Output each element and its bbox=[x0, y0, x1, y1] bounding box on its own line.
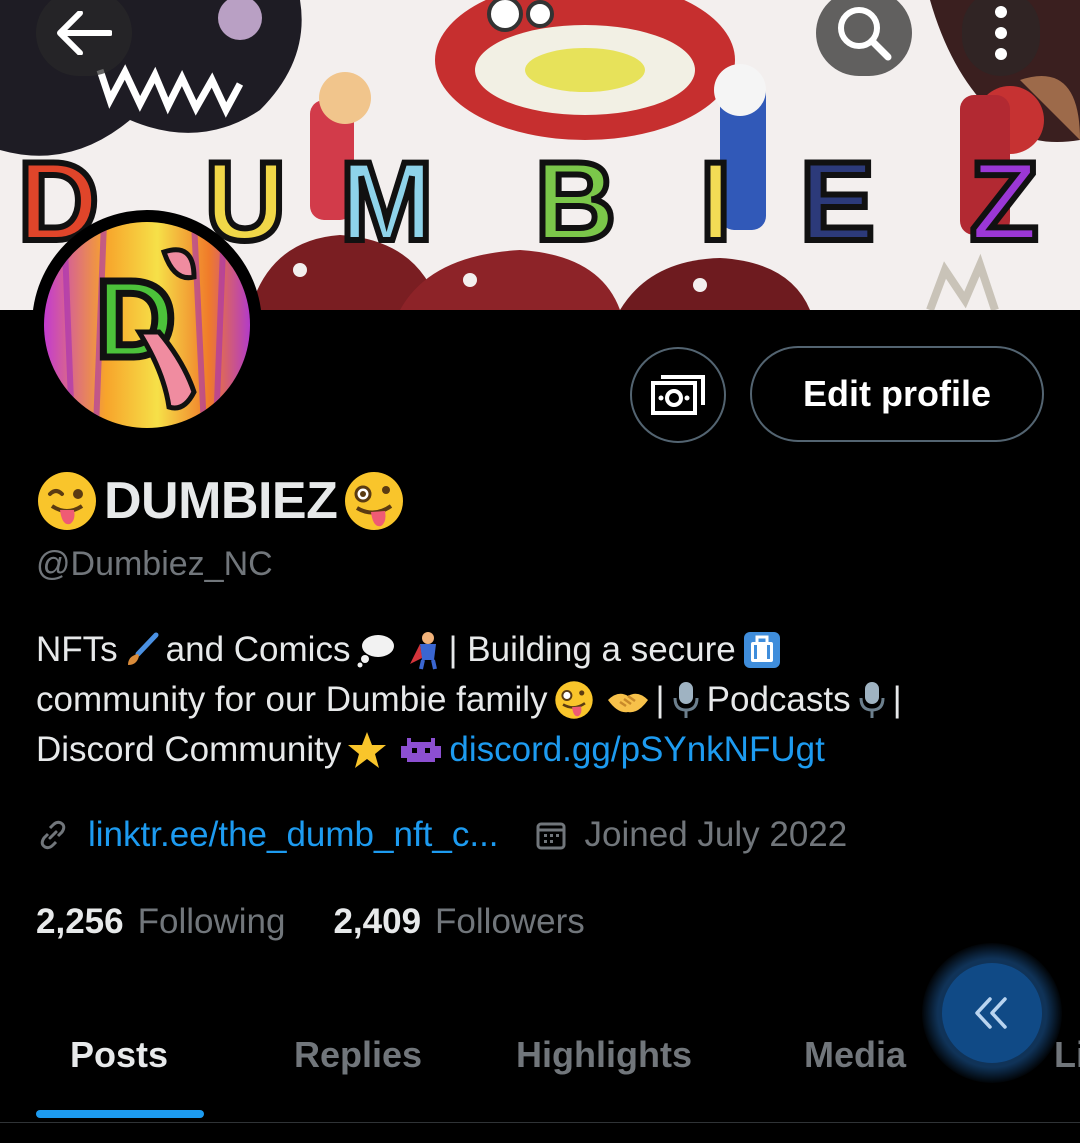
search-button[interactable] bbox=[816, 0, 912, 76]
svg-text:B: B bbox=[535, 139, 616, 264]
tip-button[interactable] bbox=[630, 347, 726, 443]
thought-balloon-emoji-icon bbox=[357, 635, 395, 668]
svg-text:E: E bbox=[800, 139, 875, 264]
paintbrush-emoji-icon bbox=[127, 632, 159, 665]
bio-text: | bbox=[892, 680, 902, 719]
follow-stats: 2,256 Following 2,409 Followers bbox=[36, 895, 633, 949]
handshake-emoji-icon bbox=[607, 693, 648, 713]
avatar-logo-image: D bbox=[44, 222, 250, 428]
more-vertical-icon bbox=[995, 6, 1007, 60]
winking-tongue-emoji-icon bbox=[38, 472, 96, 530]
following-count[interactable]: 2,256 bbox=[36, 902, 124, 942]
display-name: DUMBIEZ bbox=[36, 470, 405, 532]
svg-text:I: I bbox=[700, 139, 731, 264]
tab-media[interactable]: Media bbox=[804, 1010, 906, 1100]
bio-text: community for our Dumbie family bbox=[36, 680, 548, 719]
bio-text: NFTs bbox=[36, 630, 118, 669]
tab-likes[interactable]: Li bbox=[1054, 1010, 1080, 1100]
joined-date: Joined July 2022 bbox=[584, 815, 848, 854]
calendar-icon bbox=[536, 822, 566, 850]
bio-text: and Comics bbox=[165, 630, 351, 669]
profile-avatar[interactable]: D bbox=[32, 210, 262, 440]
tabs-divider bbox=[0, 1122, 1080, 1123]
followers-count[interactable]: 2,409 bbox=[333, 902, 421, 942]
alien-monster-emoji-icon bbox=[401, 738, 442, 762]
microphone-emoji-icon bbox=[673, 682, 699, 718]
bio-text: Discord Community bbox=[36, 730, 342, 769]
superhero-emoji-icon bbox=[410, 632, 438, 670]
bio-text: Podcasts bbox=[706, 680, 851, 719]
profile-tabs: Posts Replies Highlights Media Li bbox=[0, 1010, 1080, 1122]
arrow-left-icon bbox=[57, 11, 112, 55]
star-emoji-icon bbox=[348, 732, 387, 768]
website-link[interactable]: linktr.ee/the_dumb_nft_c... bbox=[88, 815, 499, 855]
tab-highlights[interactable]: Highlights bbox=[516, 1010, 692, 1100]
tab-replies[interactable]: Replies bbox=[294, 1010, 422, 1100]
back-button[interactable] bbox=[36, 0, 132, 76]
search-icon bbox=[838, 7, 892, 61]
active-tab-indicator bbox=[36, 1110, 204, 1118]
zany-face-emoji-icon bbox=[345, 472, 404, 530]
more-options-button[interactable] bbox=[962, 0, 1040, 76]
link-icon bbox=[40, 820, 66, 850]
bio-text: | Building a secure bbox=[448, 630, 736, 669]
user-handle: @Dumbiez_NC bbox=[36, 545, 273, 583]
microphone-emoji-icon bbox=[859, 682, 885, 718]
followers-label[interactable]: Followers bbox=[435, 902, 585, 942]
joined-item: Joined July 2022 bbox=[535, 815, 848, 855]
profile-meta: linktr.ee/the_dumb_nft_c... Joined July … bbox=[36, 808, 883, 862]
display-name-text: DUMBIEZ bbox=[104, 472, 338, 530]
edit-profile-button[interactable]: Edit profile bbox=[750, 346, 1044, 442]
svg-text:M: M bbox=[340, 139, 433, 264]
zany-face-emoji-icon bbox=[554, 681, 593, 719]
website-item: linktr.ee/the_dumb_nft_c... bbox=[36, 815, 499, 855]
tab-posts[interactable]: Posts bbox=[70, 1010, 168, 1100]
money-icon bbox=[651, 375, 705, 415]
bio-discord-link[interactable]: discord.gg/pSYnkNFUgt bbox=[449, 725, 824, 775]
bio-text: | bbox=[655, 680, 665, 719]
following-label[interactable]: Following bbox=[138, 902, 286, 942]
svg-text:Z: Z bbox=[970, 139, 1038, 264]
locker-emoji-icon bbox=[743, 632, 780, 668]
profile-bio: NFTs and Comics | Building a secure comm… bbox=[36, 625, 1046, 775]
